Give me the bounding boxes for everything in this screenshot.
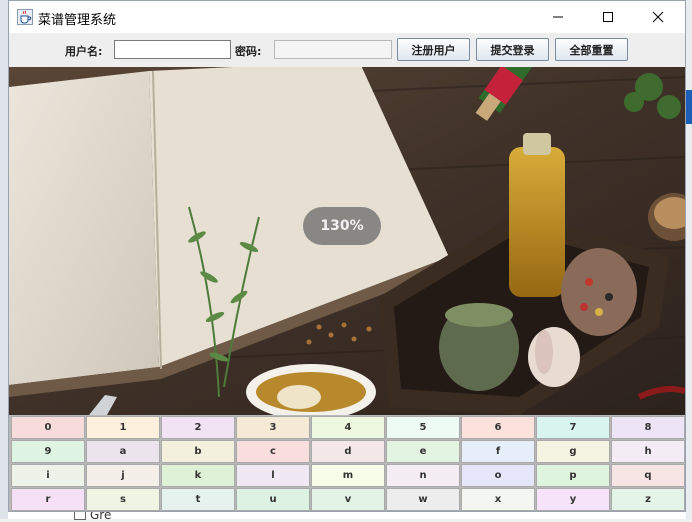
reset-all-button[interactable]: 全部重置 (555, 38, 628, 61)
password-input[interactable] (274, 40, 392, 59)
key-h[interactable]: h (611, 440, 685, 463)
minimize-button[interactable] (535, 1, 581, 33)
character-keypad: 012345678 9abcdefgh ijklmnopq rstuvwxyz (9, 415, 685, 511)
background-window-edge-left (0, 0, 8, 519)
key-o[interactable]: o (461, 464, 535, 487)
key-b[interactable]: b (161, 440, 235, 463)
app-window: 菜谱管理系统 用户名: 密码: 注册用户 提交登录 全部重置 130% 0 1 … (8, 0, 686, 512)
key-5[interactable]: 5 (386, 416, 460, 439)
key-m[interactable]: m (311, 464, 385, 487)
close-icon (652, 11, 664, 23)
key-6[interactable]: 6 (461, 416, 535, 439)
key-g[interactable]: g (536, 440, 610, 463)
key-0[interactable]: 0 (11, 416, 85, 439)
key-d[interactable]: d (311, 440, 385, 463)
window-title: 菜谱管理系统 (38, 13, 117, 28)
maximize-icon (603, 12, 613, 22)
key-w[interactable]: w (386, 488, 460, 511)
key-3[interactable]: 3 (236, 416, 310, 439)
password-label: 密码: (235, 45, 262, 58)
java-cup-icon (17, 9, 33, 25)
background-photo: 130% (9, 67, 685, 415)
background-accent-bar (686, 90, 692, 124)
key-l[interactable]: l (236, 464, 310, 487)
maximize-button[interactable] (585, 1, 631, 33)
key-8[interactable]: 8 (611, 416, 685, 439)
key-2[interactable]: 2 (161, 416, 235, 439)
key-p[interactable]: p (536, 464, 610, 487)
key-s[interactable]: s (86, 488, 160, 511)
key-a[interactable]: a (86, 440, 160, 463)
key-q[interactable]: q (611, 464, 685, 487)
key-e[interactable]: e (386, 440, 460, 463)
title-bar[interactable]: 菜谱管理系统 (9, 1, 685, 33)
username-label: 用户名: (65, 45, 103, 58)
minimize-icon (553, 16, 563, 18)
username-input[interactable] (114, 40, 231, 59)
register-user-button[interactable]: 注册用户 (397, 38, 470, 61)
key-v[interactable]: v (311, 488, 385, 511)
key-k[interactable]: k (161, 464, 235, 487)
zoom-level-badge: 130% (303, 207, 381, 245)
close-button[interactable] (635, 1, 681, 33)
key-4[interactable]: 4 (311, 416, 385, 439)
key-n[interactable]: n (386, 464, 460, 487)
background-window-edge-right (686, 0, 692, 519)
key-t[interactable]: t (161, 488, 235, 511)
key-f[interactable]: f (461, 440, 535, 463)
key-y[interactable]: y (536, 488, 610, 511)
key-c[interactable]: c (236, 440, 310, 463)
key-1[interactable]: 1 (86, 416, 160, 439)
submit-login-button[interactable]: 提交登录 (476, 38, 549, 61)
key-x[interactable]: x (461, 488, 535, 511)
key-9[interactable]: 9 (11, 440, 85, 463)
key-j[interactable]: j (86, 464, 160, 487)
key-u[interactable]: u (236, 488, 310, 511)
key-r[interactable]: r (11, 488, 85, 511)
login-toolbar: 用户名: 密码: 注册用户 提交登录 全部重置 (9, 33, 685, 67)
key-z[interactable]: z (611, 488, 685, 511)
key-7[interactable]: 7 (536, 416, 610, 439)
key-i[interactable]: i (11, 464, 85, 487)
